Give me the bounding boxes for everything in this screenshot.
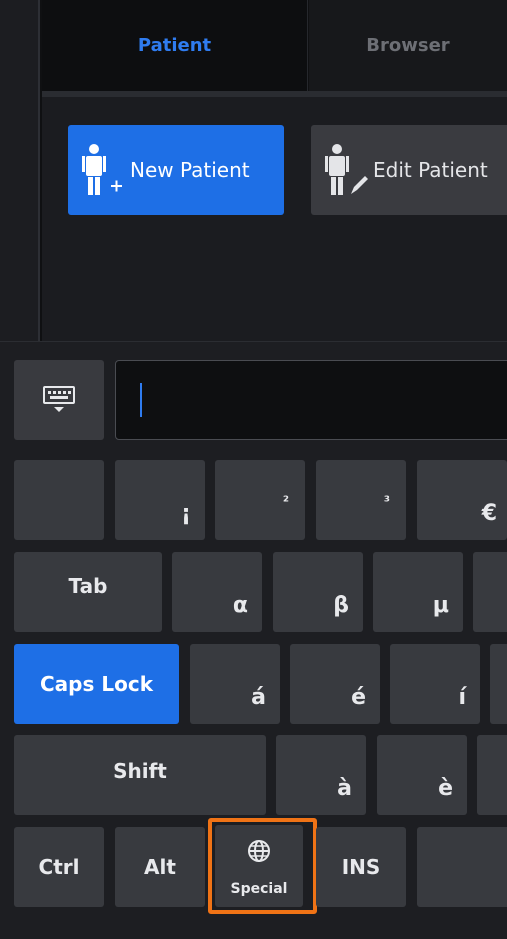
edit-patient-label: Edit Patient [373, 158, 488, 182]
key-partial[interactable] [473, 552, 507, 632]
text-caret [140, 383, 142, 417]
key-label: ² [282, 494, 289, 510]
edit-patient-button[interactable]: Edit Patient [311, 125, 507, 215]
space-key[interactable] [417, 827, 507, 907]
key-mu[interactable]: μ [373, 552, 463, 632]
key-label: μ [432, 593, 449, 618]
key-e-grave[interactable]: è [377, 735, 467, 815]
key-label: Shift [113, 759, 167, 783]
key-a-acute[interactable]: á [190, 644, 280, 724]
key-label: í [458, 685, 466, 710]
tab-browser[interactable]: Browser [309, 0, 507, 91]
key-label: ³ [383, 494, 390, 510]
key-label: β [333, 593, 349, 618]
key-label: Special [230, 881, 288, 897]
key-euro[interactable]: € [417, 460, 507, 540]
key-label: α [232, 593, 248, 618]
key-a-grave[interactable]: à [276, 735, 366, 815]
key-partial[interactable] [477, 735, 507, 815]
new-patient-label: New Patient [130, 158, 250, 182]
key-label: à [337, 776, 352, 801]
key-inverted-exclamation[interactable]: ¡ [115, 460, 205, 540]
key-label: Alt [144, 855, 176, 879]
key-e-acute[interactable]: é [290, 644, 380, 724]
key-label: INS [341, 855, 381, 879]
key-label: é [351, 685, 366, 710]
keyboard-toggle-button[interactable] [14, 360, 104, 440]
key-label: Tab [68, 574, 108, 598]
key-blank[interactable] [14, 460, 104, 540]
key-i-acute[interactable]: í [390, 644, 480, 724]
key-alpha[interactable]: α [172, 552, 262, 632]
special-key[interactable]: Special [215, 825, 303, 907]
key-partial[interactable] [490, 644, 507, 724]
key-superscript-three[interactable]: ³ [316, 460, 406, 540]
key-label: ¡ [180, 501, 191, 526]
keyboard-text-input[interactable] [115, 360, 507, 440]
key-beta[interactable]: β [273, 552, 363, 632]
tab-key[interactable]: Tab [14, 552, 162, 632]
ins-key[interactable]: INS [316, 827, 406, 907]
key-label: è [438, 776, 453, 801]
person-add-icon [82, 144, 122, 195]
left-strip [0, 0, 40, 341]
shift-key[interactable]: Shift [14, 735, 266, 815]
key-label: Ctrl [38, 855, 80, 879]
key-superscript-two[interactable]: ² [215, 460, 305, 540]
keyboard-icon [43, 386, 75, 412]
caps-lock-key[interactable]: Caps Lock [14, 644, 179, 724]
person-edit-icon [325, 144, 368, 195]
key-label: Caps Lock [40, 672, 153, 696]
key-label: á [251, 685, 266, 710]
alt-key[interactable]: Alt [115, 827, 205, 907]
key-label: € [481, 501, 497, 526]
tab-patient[interactable]: Patient [42, 0, 308, 91]
ctrl-key[interactable]: Ctrl [14, 827, 104, 907]
globe-icon [248, 840, 270, 862]
new-patient-button[interactable]: New Patient [68, 125, 284, 215]
